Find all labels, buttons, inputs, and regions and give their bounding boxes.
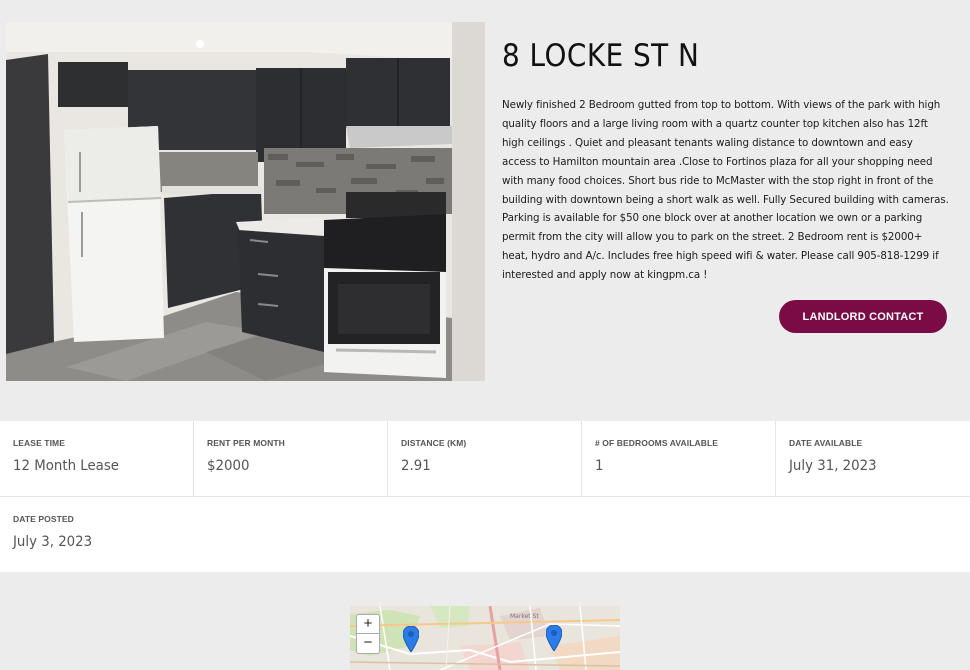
map-marker-icon[interactable] xyxy=(545,624,563,656)
detail-label: DATE AVAILABLE xyxy=(789,438,863,448)
detail-distance: DISTANCE (KM) 2.91 xyxy=(388,421,582,496)
detail-value: 1 xyxy=(595,458,604,474)
detail-value: 2.91 xyxy=(401,458,431,474)
detail-date-posted: DATE POSTED July 3, 2023 xyxy=(0,497,194,572)
detail-value: $2000 xyxy=(207,458,250,474)
map-zoom-in-button[interactable]: + xyxy=(356,614,380,634)
detail-label: DISTANCE (KM) xyxy=(401,438,467,448)
detail-label: DATE POSTED xyxy=(13,514,74,524)
listing-photo xyxy=(6,22,485,381)
detail-value: 12 Month Lease xyxy=(13,458,120,474)
details-row: LEASE TIME 12 Month Lease RENT PER MONTH… xyxy=(0,421,970,497)
listing-description: Newly finished 2 Bedroom gutted from top… xyxy=(502,99,949,282)
details-row: DATE POSTED July 3, 2023 xyxy=(0,497,970,572)
map-tiles xyxy=(350,606,620,670)
detail-label: # OF BEDROOMS AVAILABLE xyxy=(595,438,719,448)
map-street-label: Market St xyxy=(510,613,539,620)
listing-details: LEASE TIME 12 Month Lease RENT PER MONTH… xyxy=(0,421,970,572)
detail-label: LEASE TIME xyxy=(13,438,66,448)
detail-label: RENT PER MONTH xyxy=(207,438,285,448)
detail-date-available: DATE AVAILABLE July 31, 2023 xyxy=(776,421,970,496)
location-map[interactable]: Market St + − xyxy=(350,606,620,670)
detail-bedrooms-available: # OF BEDROOMS AVAILABLE 1 xyxy=(582,421,776,496)
detail-lease-time: LEASE TIME 12 Month Lease xyxy=(0,421,194,496)
detail-value: July 31, 2023 xyxy=(789,458,877,474)
map-zoom-out-button[interactable]: − xyxy=(356,634,380,654)
listing-title: 8 LOCKE ST N xyxy=(502,38,700,74)
detail-rent-per-month: RENT PER MONTH $2000 xyxy=(194,421,388,496)
kitchen-image xyxy=(6,22,485,381)
map-marker-icon[interactable] xyxy=(402,625,420,657)
landlord-contact-button[interactable]: LANDLORD CONTACT xyxy=(779,300,947,333)
detail-value: July 3, 2023 xyxy=(13,534,93,550)
